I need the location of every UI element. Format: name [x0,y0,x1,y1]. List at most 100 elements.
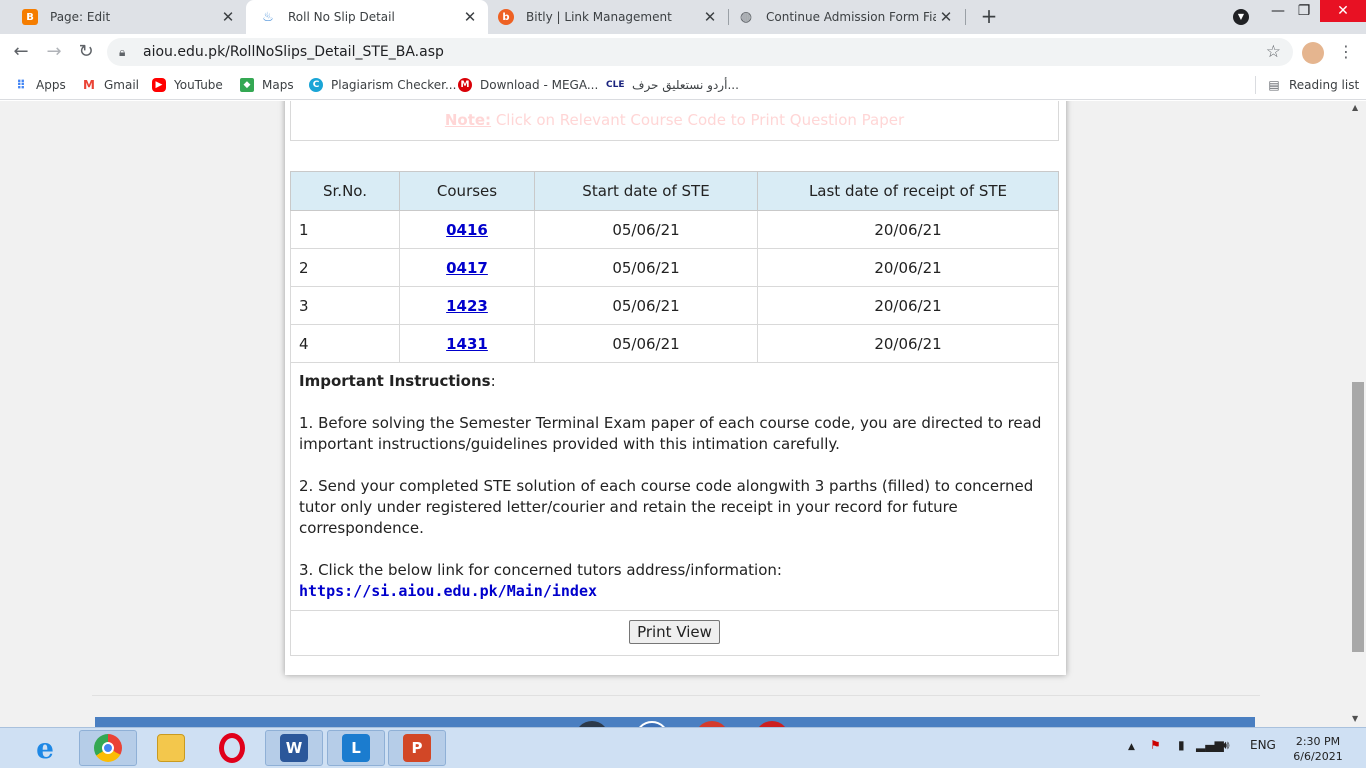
cell-sr-no: 4 [290,324,400,363]
bookmark-maps[interactable]: ◆ Maps [240,76,294,94]
print-view-button[interactable]: Print View [629,620,720,644]
chrome-icon [94,734,122,762]
cell-sr-no: 3 [290,286,400,325]
window-close-button[interactable]: ✕ [1320,0,1366,22]
bookmark-star-icon[interactable]: ☆ [1266,42,1281,62]
course-code-link[interactable]: 1423 [446,297,488,315]
language-indicator[interactable]: ENG [1250,738,1276,752]
menu-icon[interactable]: ⋮ [1338,40,1354,64]
bookmark-plagiarism[interactable]: C Plagiarism Checker... [309,76,456,94]
windows-taskbar: e W L P ▲ ⚑ ▮ ▂▄▆ 🔊︎ ENG 2:30 PM 6/6/202… [0,727,1366,768]
bookmark-youtube[interactable]: ▶ YouTube [152,76,223,94]
roll-no-slip-panel: Note: Click on Relevant Course Code to P… [285,101,1066,675]
battery-icon[interactable]: ▮ [1178,738,1185,752]
volume-icon[interactable]: 🔊︎ [1222,738,1230,753]
footer-divider [92,695,1260,696]
course-code-link[interactable]: 0417 [446,259,488,277]
taskbar-chrome[interactable] [79,730,137,766]
address-bar[interactable]: 🔒︎ aiou.edu.pk/RollNoSlips_Detail_STE_BA… [107,38,1293,66]
cell-sr-no: 2 [290,248,400,287]
plagiarism-icon: C [309,78,323,92]
print-row: Print View [290,611,1059,656]
globe-icon: ◍ [739,9,753,25]
lock-icon: 🔒︎ [119,44,126,59]
course-code-link[interactable]: 0416 [446,221,488,239]
tab-search-icon[interactable]: ▼ [1233,9,1249,25]
cle-icon: CLE [606,80,625,90]
cell-last-date: 20/06/21 [757,210,1059,249]
taskbar-explorer[interactable] [142,730,200,766]
note-box: Note: Click on Relevant Course Code to P… [290,101,1059,141]
cell-sr-no: 1 [290,210,400,249]
tray-expand-icon[interactable]: ▲ [1128,742,1135,752]
cell-course: 1423 [399,286,535,325]
system-clock[interactable]: 2:30 PM 6/6/2021 [1290,734,1346,764]
bookmarks-bar: ⠿ Apps M Gmail ▶ YouTube ◆ Maps C Plagia… [0,70,1366,100]
tutors-info-link[interactable]: https://si.aiou.edu.pk/Main/index [299,582,597,600]
new-tab-button[interactable]: + [977,4,1001,28]
maps-icon: ◆ [240,78,254,92]
scrollbar-thumb[interactable] [1352,382,1364,652]
cell-start-date: 05/06/21 [534,286,758,325]
close-icon[interactable]: ✕ [460,8,480,26]
cell-last-date: 20/06/21 [757,324,1059,363]
cell-last-date: 20/06/21 [757,286,1059,325]
signal-icon[interactable]: ▂▄▆ [1196,738,1224,752]
bookmark-separator [1255,76,1256,94]
reading-list-button[interactable]: ▤ Reading list [1267,76,1359,94]
table-row: 2 0417 05/06/21 20/06/21 [290,248,1059,287]
tab-title: Page: Edit [50,10,111,24]
clock-date: 6/6/2021 [1293,750,1343,763]
tab-roll-no-slip[interactable]: ♨ Roll No Slip Detail ✕ [246,0,488,34]
mega-icon: M [458,78,472,92]
bookmark-apps[interactable]: ⠿ Apps [14,76,66,94]
note-text: Click on Relevant Course Code to Print Q… [491,111,905,129]
youtube-icon: ▶ [152,78,166,92]
bookmark-label: Plagiarism Checker... [331,78,457,92]
reload-button[interactable]: ↻ [74,40,98,64]
bookmark-mega[interactable]: M Download - MEGA... [458,76,598,94]
close-icon[interactable]: ✕ [936,8,956,26]
bookmark-gmail[interactable]: M Gmail [82,76,139,94]
scroll-up-arrow[interactable]: ▲ [1352,103,1358,112]
tab-strip: B Page: Edit ✕ ♨ Roll No Slip Detail ✕ b… [0,0,1366,34]
tab-bitly[interactable]: b Bitly | Link Management ✕ [488,0,728,34]
cell-start-date: 05/06/21 [534,210,758,249]
tab-page-edit[interactable]: B Page: Edit ✕ [0,0,246,34]
bookmark-label: أردو نستعليق حرف... [632,78,739,92]
flag-icon[interactable]: ⚑ [1150,738,1161,752]
tab-title: Continue Admission Form Fiaz ur [766,10,936,24]
taskbar-lync[interactable]: L [327,730,385,766]
page-viewport: Note: Click on Relevant Course Code to P… [0,101,1350,727]
taskbar-ie[interactable]: e [16,730,74,766]
word-icon: W [280,734,308,762]
bookmark-label: Maps [262,78,294,92]
forward-button[interactable]: → [42,40,66,64]
profile-avatar[interactable] [1302,42,1324,64]
taskbar-powerpoint[interactable]: P [388,730,446,766]
header-last-date: Last date of receipt of STE [757,171,1059,211]
clock-time: 2:30 PM [1295,735,1341,748]
bookmark-label: Download - MEGA... [480,78,599,92]
scroll-down-arrow[interactable]: ▼ [1352,714,1358,723]
header-sr-no: Sr.No. [290,171,400,211]
course-code-link[interactable]: 1431 [446,335,488,353]
back-button[interactable]: ← [9,40,33,64]
bookmark-label: Gmail [104,78,140,92]
close-icon[interactable]: ✕ [700,8,720,26]
taskbar-word[interactable]: W [265,730,323,766]
restore-button[interactable]: ❐ [1290,0,1318,22]
tab-admission-form[interactable]: ◍ Continue Admission Form Fiaz ur ✕ [728,0,964,34]
table-header-row: Sr.No. Courses Start date of STE Last da… [290,171,1059,211]
header-start-date: Start date of STE [534,171,758,211]
instruction-item: 2. Send your completed STE solution of e… [299,477,1034,537]
table-row: 3 1423 05/06/21 20/06/21 [290,286,1059,325]
table-row: 4 1431 05/06/21 20/06/21 [290,324,1059,363]
header-courses: Courses [399,171,535,211]
bookmark-label: Apps [36,78,66,92]
internet-explorer-icon: e [36,731,54,765]
close-icon[interactable]: ✕ [218,8,238,26]
cell-course: 1431 [399,324,535,363]
taskbar-opera[interactable] [203,730,261,766]
bookmark-urdu[interactable]: CLE أردو نستعليق حرف... [606,76,739,94]
